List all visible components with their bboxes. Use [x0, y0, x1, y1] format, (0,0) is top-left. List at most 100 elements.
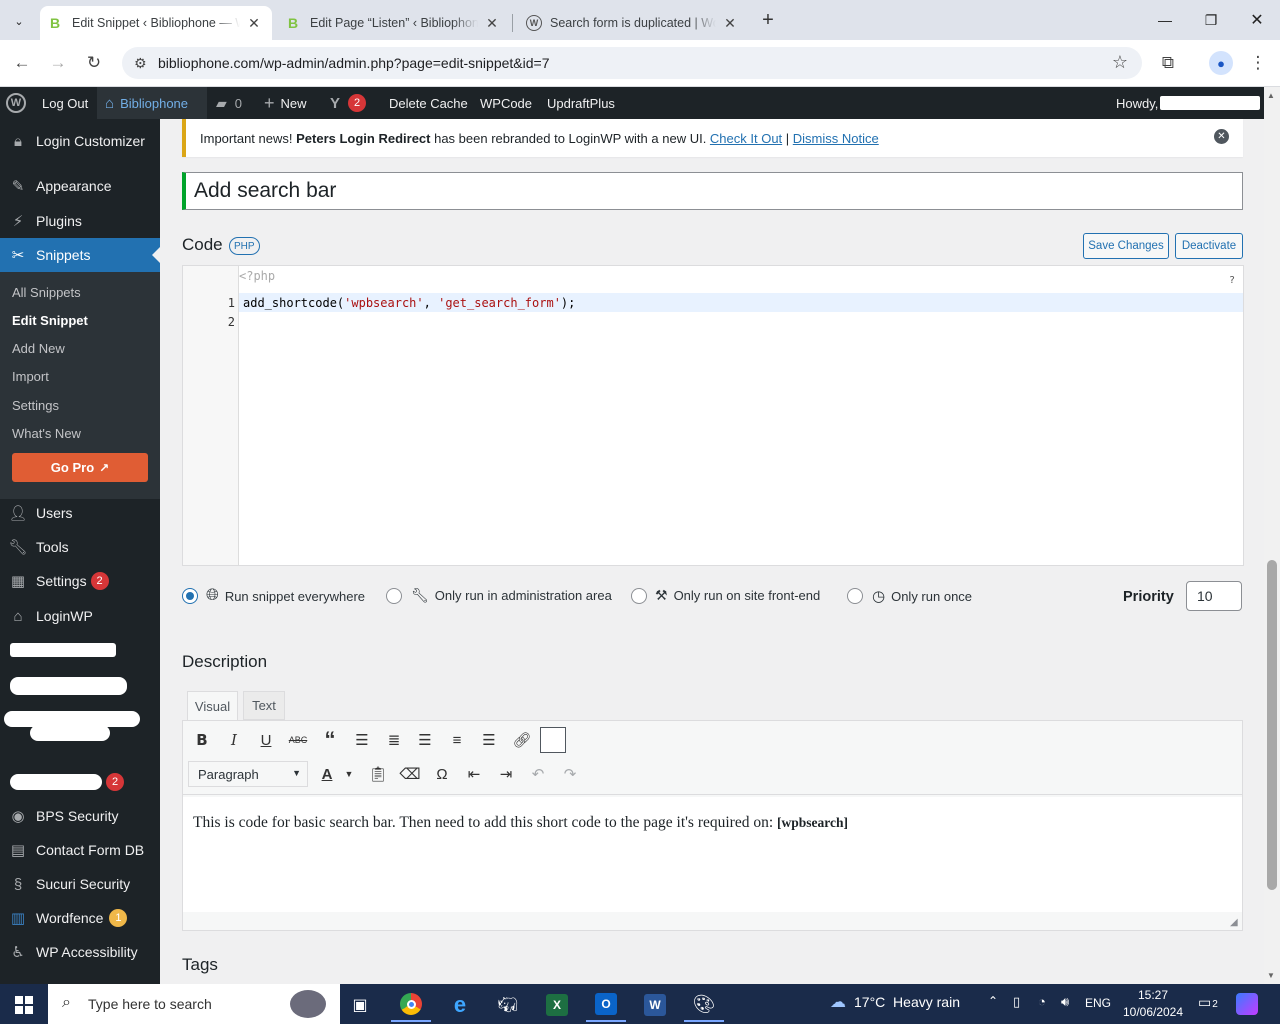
sidebar-item-sucuri[interactable]: § Sucuri Security — [0, 867, 160, 901]
sidebar-item-users[interactable]: 👤︎ Users — [0, 496, 160, 530]
close-window-icon[interactable]: ✕ — [1245, 8, 1269, 32]
underline-icon[interactable]: U — [253, 727, 279, 753]
extensions-icon[interactable]: ⧉ — [1155, 50, 1181, 76]
redacted-menu-item[interactable] — [10, 643, 116, 657]
redacted-menu-item[interactable] — [10, 677, 127, 695]
sidebar-item-redacted[interactable]: 2 — [0, 765, 160, 799]
bookmark-star-icon[interactable]: ☆ — [1112, 52, 1128, 73]
scope-radio-admin[interactable] — [386, 588, 402, 604]
submenu-import[interactable]: Import — [12, 369, 49, 384]
minimize-icon[interactable]: — — [1153, 8, 1177, 32]
restore-icon[interactable]: ❐ — [1199, 8, 1223, 32]
new-content-link[interactable]: + New — [264, 87, 307, 119]
indent-icon[interactable]: ⇥ — [493, 761, 519, 787]
bold-icon[interactable]: B — [189, 727, 215, 753]
tab-edit-snippet[interactable]: B Edit Snippet ‹ Bibliophone — W ✕ — [40, 6, 272, 40]
chevron-up-icon[interactable]: ⌃ — [988, 994, 998, 1008]
sidebar-item-appearance[interactable]: ✎ Appearance — [0, 169, 160, 203]
paint-icon[interactable]: 🎨︎ — [684, 988, 724, 1022]
strikethrough-icon[interactable]: ABC — [285, 727, 311, 753]
deactivate-button[interactable]: Deactivate — [1175, 233, 1243, 259]
sidebar-item-loginwp[interactable]: ⌂ LoginWP — [0, 599, 160, 633]
scroll-down-icon[interactable]: ▼ — [1267, 971, 1275, 980]
account-menu[interactable]: Howdy, — [1116, 87, 1280, 119]
tab-text[interactable]: Text — [243, 691, 285, 720]
align-center-icon[interactable]: ≡ — [444, 727, 470, 753]
scope-label-everywhere[interactable]: 🌐︎ Run snippet everywhere — [206, 587, 365, 605]
scope-label-admin[interactable]: 🔧︎ Only run in administration area — [411, 587, 612, 604]
url-bar[interactable]: ⚙ bibliophone.com/wp-admin/admin.php?pag… — [122, 47, 1142, 79]
numbered-list-icon[interactable]: ≣ — [381, 727, 407, 753]
tab-search-form[interactable]: W Search form is duplicated | Wor ✕ — [516, 6, 748, 40]
sidebar-item-tools[interactable]: 🔧︎ Tools — [0, 530, 160, 564]
tab-edit-page[interactable]: B Edit Page “Listen” ‹ Bibliophone ✕ — [278, 6, 510, 40]
snippet-title-input[interactable]: Add search bar — [182, 172, 1243, 210]
updraftplus-link[interactable]: UpdraftPlus — [547, 87, 615, 119]
format-select[interactable]: Paragraph ▼ — [188, 761, 308, 787]
clock[interactable]: 15:27 10/06/2024 — [1122, 987, 1184, 1021]
bullet-list-icon[interactable]: ☰ — [349, 727, 375, 753]
redo-icon[interactable]: ↷ — [557, 761, 583, 787]
sidebar-item-contact-form-db[interactable]: ▤ Contact Form DB — [0, 833, 160, 867]
submenu-add-new[interactable]: Add New — [12, 341, 65, 356]
clear-formatting-icon[interactable]: ⌫ — [397, 761, 423, 787]
sidebar-item-bps-security[interactable]: ◉ BPS Security — [0, 799, 160, 833]
sidebar-item-plugins[interactable]: ⚡︎ Plugins — [0, 204, 160, 238]
toolbar-toggle-icon[interactable] — [540, 727, 566, 753]
tab-visual[interactable]: Visual — [187, 691, 238, 721]
paste-text-icon[interactable]: 📋︎ — [365, 761, 391, 787]
delete-cache-link[interactable]: Delete Cache — [389, 87, 468, 119]
tab-search-button[interactable]: ⌄ — [8, 10, 30, 32]
chevron-down-icon[interactable]: ▼ — [340, 761, 358, 787]
wifi-icon[interactable]: ◔ — [1038, 994, 1046, 1009]
notifications-icon[interactable]: ▭2 — [1198, 994, 1218, 1011]
description-content[interactable]: This is code for basic search bar. Then … — [183, 797, 1242, 912]
resize-handle[interactable]: ◢ — [1230, 917, 1238, 928]
language-indicator[interactable]: ENG — [1085, 996, 1111, 1010]
game-app-icon[interactable]: 🦏︎ — [488, 988, 528, 1022]
edge-legacy-icon[interactable]: e — [440, 988, 480, 1022]
wpcode-link[interactable]: WPCode — [480, 87, 532, 119]
device-icon[interactable]: ▯ — [1013, 994, 1020, 1010]
submenu-all-snippets[interactable]: All Snippets — [12, 285, 81, 300]
yoast-menu[interactable]: Y 2 — [330, 87, 367, 119]
go-pro-button[interactable]: Go Pro ↗ — [12, 453, 148, 482]
volume-icon[interactable]: 🔊︎ — [1061, 994, 1069, 1010]
italic-icon[interactable]: I — [221, 727, 247, 753]
chrome-taskbar-icon[interactable] — [391, 988, 431, 1022]
weather-widget[interactable]: ☁ 17°C Heavy rain — [830, 992, 960, 1012]
scope-radio-everywhere[interactable] — [182, 588, 198, 604]
wordpress-logo-icon[interactable]: W — [6, 87, 26, 119]
dismiss-x-icon[interactable]: ✕ — [1214, 129, 1229, 144]
new-tab-icon[interactable]: + — [756, 8, 780, 32]
scope-label-once[interactable]: ◷ Only run once — [872, 587, 972, 605]
logout-link[interactable]: Log Out — [42, 87, 88, 119]
sidebar-item-login-customizer[interactable]: 🔒︎ Login Customizer — [0, 124, 160, 158]
sidebar-item-wp-accessibility[interactable]: ♿︎ WP Accessibility — [0, 935, 160, 969]
code-editor[interactable]: <?php ? 1 2 add_shortcode('wpbsearch', '… — [182, 265, 1244, 566]
site-name-link[interactable]: ⌂ Bibliophone — [97, 87, 207, 119]
copilot-icon[interactable] — [1236, 993, 1258, 1015]
special-character-icon[interactable]: Ω — [429, 761, 455, 787]
profile-avatar-icon[interactable]: ● — [1209, 51, 1233, 75]
windows-start-icon[interactable] — [4, 988, 44, 1022]
browser-menu-icon[interactable]: ⋮ — [1245, 50, 1271, 76]
sidebar-item-wordfence[interactable]: ▥ Wordfence 1 — [0, 901, 160, 935]
scrollbar-thumb[interactable] — [1267, 560, 1277, 890]
outdent-icon[interactable]: ⇤ — [461, 761, 487, 787]
scope-label-frontend[interactable]: ⚒ Only run on site front-end — [655, 587, 820, 604]
help-icon[interactable]: ? — [1229, 275, 1235, 286]
align-left-icon[interactable]: ☰ — [412, 727, 438, 753]
back-icon[interactable]: ← — [9, 50, 35, 76]
submenu-settings[interactable]: Settings — [12, 398, 59, 413]
undo-icon[interactable]: ↶ — [525, 761, 551, 787]
excel-icon[interactable]: X — [537, 988, 577, 1022]
scope-radio-frontend[interactable] — [631, 588, 647, 604]
comments-link[interactable]: ▰ 0 — [216, 87, 242, 119]
dismiss-notice-link[interactable]: Dismiss Notice — [793, 131, 879, 146]
reload-icon[interactable]: ↻ — [81, 50, 107, 76]
submenu-edit-snippet[interactable]: Edit Snippet — [12, 313, 88, 328]
save-changes-button[interactable]: Save Changes — [1083, 233, 1169, 259]
scope-radio-once[interactable] — [847, 588, 863, 604]
word-icon[interactable]: W — [635, 988, 675, 1022]
